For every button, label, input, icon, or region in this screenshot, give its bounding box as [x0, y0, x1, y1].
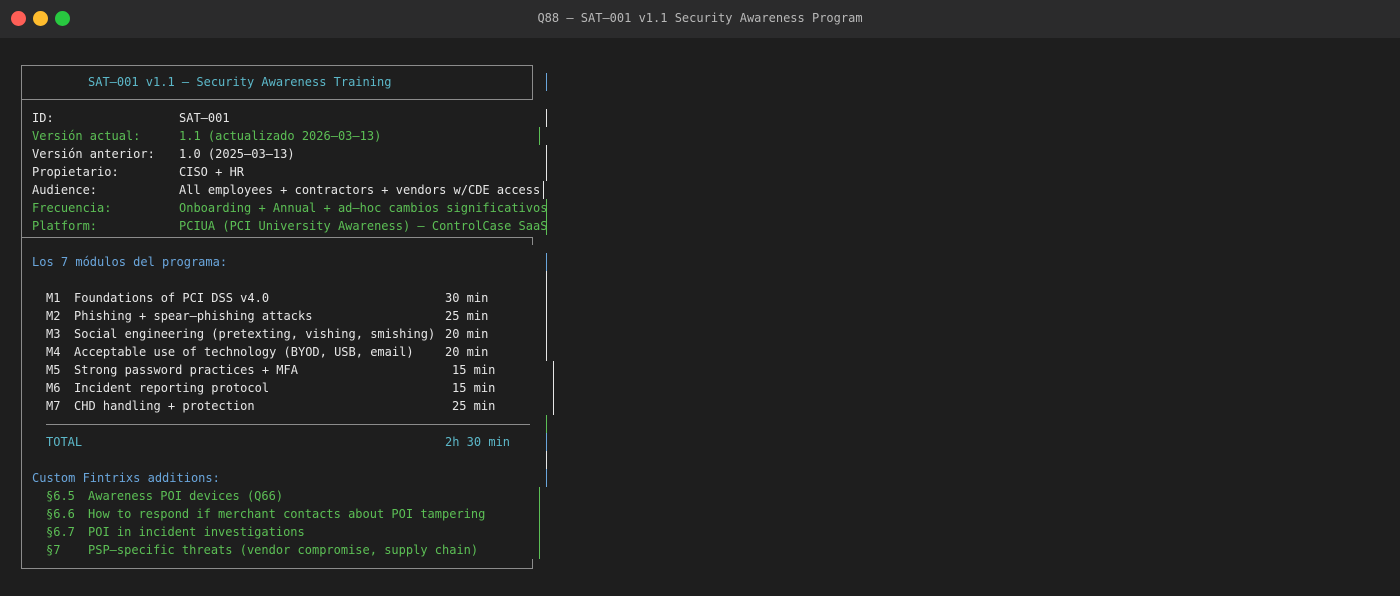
row-right-bar: [546, 163, 547, 181]
module-name: Social engineering (pretexting, vishing,…: [74, 327, 436, 341]
custom-text: How to respond if merchant contacts abou…: [88, 507, 486, 521]
module-id: M2: [46, 309, 61, 323]
terminal-output[interactable]: SAT–001 v1.1 — Security Awareness Traini…: [0, 38, 1400, 596]
row-right-bar: [546, 307, 547, 325]
module-duration: 15 min: [452, 363, 496, 377]
module-id: M7: [46, 399, 61, 413]
row-right-bar: [546, 451, 547, 469]
module-duration: 25 min: [452, 399, 496, 413]
meta-label-owner: Propietario:: [32, 165, 119, 179]
custom-ref: §6.6: [46, 507, 75, 521]
meta-label-audience: Audience:: [32, 183, 98, 197]
module-duration: 20 min: [445, 345, 489, 359]
meta-value-frequency: Onboarding + Annual + ad–hoc cambios sig…: [179, 201, 548, 215]
module-id: M6: [46, 381, 61, 395]
module-name: CHD handling + protection: [74, 399, 255, 413]
row-right-bar: [546, 199, 547, 217]
row-right-bar: [546, 325, 547, 343]
module-name: Incident reporting protocol: [74, 381, 270, 395]
meta-label-frequency: Frecuencia:: [32, 201, 112, 215]
meta-value-previous-version: 1.0 (2025–03–13): [179, 147, 295, 161]
box-right-border-bottom: [532, 559, 533, 569]
row-right-bar: [539, 523, 540, 541]
box-top-border: [21, 65, 533, 66]
window-title: Q88 — SAT–001 v1.1 Security Awareness Pr…: [537, 11, 863, 25]
box-right-border-mid: [532, 237, 533, 245]
meta-label-current-version: Versión actual:: [32, 129, 141, 143]
meta-divider: [21, 237, 533, 238]
row-right-bar: [539, 127, 540, 145]
module-duration: 15 min: [452, 381, 496, 395]
box-right-border-top: [532, 65, 533, 99]
meta-label-previous-version: Versión anterior:: [32, 147, 155, 161]
box-left-border: [21, 65, 22, 568]
box-header-title: SAT–001 v1.1 — Security Awareness Traini…: [88, 75, 392, 89]
row-right-bar: [539, 505, 540, 523]
custom-ref: §6.5: [46, 489, 75, 503]
row-right-bar: [546, 289, 547, 307]
module-duration: 25 min: [445, 309, 489, 323]
module-name: Foundations of PCI DSS v4.0: [74, 291, 270, 305]
custom-text: PSP–specific threats (vendor compromise,…: [88, 543, 479, 557]
module-name: Strong password practices + MFA: [74, 363, 298, 377]
header-right-bar: [546, 73, 547, 91]
module-id: M1: [46, 291, 61, 305]
row-right-bar: [553, 397, 554, 415]
window-titlebar: Q88 — SAT–001 v1.1 Security Awareness Pr…: [0, 0, 1400, 38]
module-name: Phishing + spear–phishing attacks: [74, 309, 313, 323]
row-right-bar: [546, 433, 547, 451]
row-right-bar: [543, 181, 544, 199]
row-right-bar: [546, 469, 547, 487]
modules-total-divider: [46, 424, 530, 425]
meta-value-id: SAT–001: [179, 111, 230, 125]
module-name: Acceptable use of technology (BYOD, USB,…: [74, 345, 414, 359]
row-right-bar: [546, 145, 547, 163]
box-bottom-border: [21, 568, 533, 569]
module-id: M5: [46, 363, 61, 377]
modules-total-value: 2h 30 min: [445, 435, 511, 449]
row-right-bar: [553, 361, 554, 379]
row-right-bar: [546, 109, 547, 127]
meta-value-audience: All employees + contractors + vendors w/…: [179, 183, 541, 197]
custom-heading: Custom Fintrixs additions:: [32, 471, 220, 485]
custom-text: POI in incident investigations: [88, 525, 305, 539]
header-divider: [21, 99, 533, 100]
modules-heading: Los 7 módulos del programa:: [32, 255, 228, 269]
custom-text: Awareness POI devices (Q66): [88, 489, 284, 503]
row-right-bar: [553, 379, 554, 397]
module-id: M4: [46, 345, 61, 359]
row-right-bar: [546, 271, 547, 289]
meta-label-platform: Platform:: [32, 219, 98, 233]
row-right-bar: [546, 253, 547, 271]
module-duration: 20 min: [445, 327, 489, 341]
row-right-bar: [539, 487, 540, 505]
meta-label-id: ID:: [32, 111, 54, 125]
row-right-bar: [546, 415, 547, 433]
row-right-bar: [546, 217, 547, 235]
meta-value-current-version: 1.1 (actualizado 2026–03–13): [179, 129, 382, 143]
row-right-bar: [539, 541, 540, 559]
module-duration: 30 min: [445, 291, 489, 305]
custom-ref: §7: [46, 543, 61, 557]
meta-value-owner: CISO + HR: [179, 165, 245, 179]
row-right-bar: [546, 343, 547, 361]
module-id: M3: [46, 327, 61, 341]
custom-ref: §6.7: [46, 525, 75, 539]
meta-value-platform: PCIUA (PCI University Awareness) — Contr…: [179, 219, 548, 233]
modules-total-label: TOTAL: [46, 435, 83, 449]
